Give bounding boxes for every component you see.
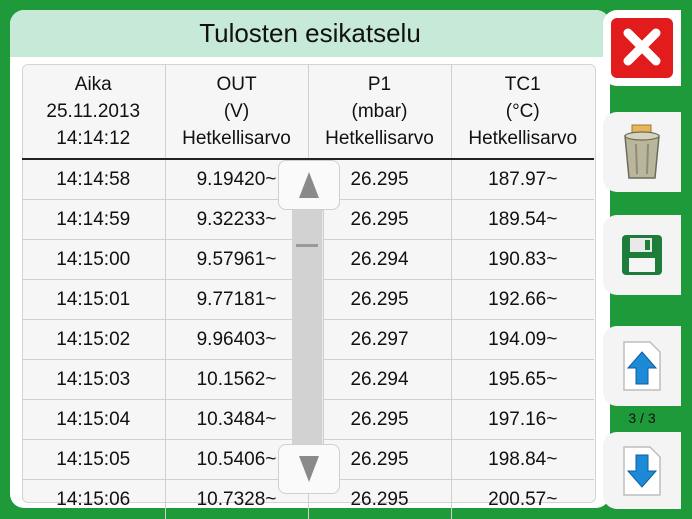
cell-tc1: 200.57~ [450, 479, 594, 519]
column-header-line: 14:14:12 [56, 128, 131, 149]
cell-time: 14:15:02 [22, 319, 165, 360]
column-header-tc1: TC1 (°C) Hetkellisarvo [450, 65, 594, 160]
page-title: Tulosten esikatselu [10, 10, 610, 57]
column-header-line: TC1 [504, 74, 541, 95]
scroll-thumb[interactable] [292, 210, 322, 445]
column-header-line: (mbar) [351, 101, 408, 122]
scroll-up-icon [299, 172, 319, 198]
cell-tc1: 197.16~ [450, 399, 594, 440]
column-header-line: (°C) [505, 101, 540, 122]
cell-time: 14:14:59 [22, 199, 165, 240]
delete-button[interactable] [603, 112, 681, 192]
cell-tc1: 187.97~ [450, 159, 594, 200]
trash-icon [624, 124, 660, 179]
cell-time: 14:15:06 [22, 479, 165, 519]
cell-tc1: 192.66~ [450, 279, 594, 320]
cell-time: 14:15:01 [22, 279, 165, 320]
column-header-line: P1 [367, 74, 392, 95]
table-header-row: Aika 25.11.2013 14:14:12 OUT (V) Hetkell… [22, 65, 594, 160]
scroll-up-button[interactable] [278, 160, 340, 210]
cell-tc1: 194.09~ [450, 319, 594, 360]
cell-time: 14:15:03 [22, 359, 165, 400]
column-header-line: Hetkellisarvo [468, 128, 578, 149]
cell-time: 14:15:05 [22, 439, 165, 480]
column-header-out: OUT (V) Hetkellisarvo [164, 65, 308, 160]
scroll-down-icon [299, 456, 319, 482]
vertical-scrollbar[interactable] [278, 160, 340, 494]
scroll-down-button[interactable] [278, 444, 340, 494]
cell-tc1: 195.65~ [450, 359, 594, 400]
page-indicator: 3 / 3 [628, 410, 656, 426]
cell-tc1: 190.83~ [450, 239, 594, 280]
cell-time: 14:15:00 [22, 239, 165, 280]
cell-tc1: 198.84~ [450, 439, 594, 480]
column-header-line: Hetkellisarvo [182, 128, 291, 149]
save-button[interactable] [603, 215, 681, 295]
save-icon [622, 235, 662, 275]
page-down-button[interactable] [603, 432, 681, 509]
column-header-line: Hetkellisarvo [325, 128, 434, 149]
column-header-line: Aika [74, 74, 112, 95]
cell-time: 14:15:04 [22, 399, 165, 440]
close-icon [611, 18, 673, 78]
close-button[interactable] [603, 10, 681, 86]
page-up-button[interactable] [603, 326, 681, 406]
cell-tc1: 189.54~ [450, 199, 594, 240]
page-down-icon [623, 445, 661, 496]
column-header-time: Aika 25.11.2013 14:14:12 [22, 65, 165, 160]
column-header-line: 25.11.2013 [46, 101, 141, 122]
column-header-line: OUT [216, 74, 257, 95]
cell-time: 14:14:58 [56, 168, 131, 190]
page-up-icon [623, 341, 661, 391]
scroll-grip [296, 244, 318, 247]
column-header-p1: P1 (mbar) Hetkellisarvo [307, 65, 451, 160]
column-header-line: (V) [223, 101, 250, 122]
